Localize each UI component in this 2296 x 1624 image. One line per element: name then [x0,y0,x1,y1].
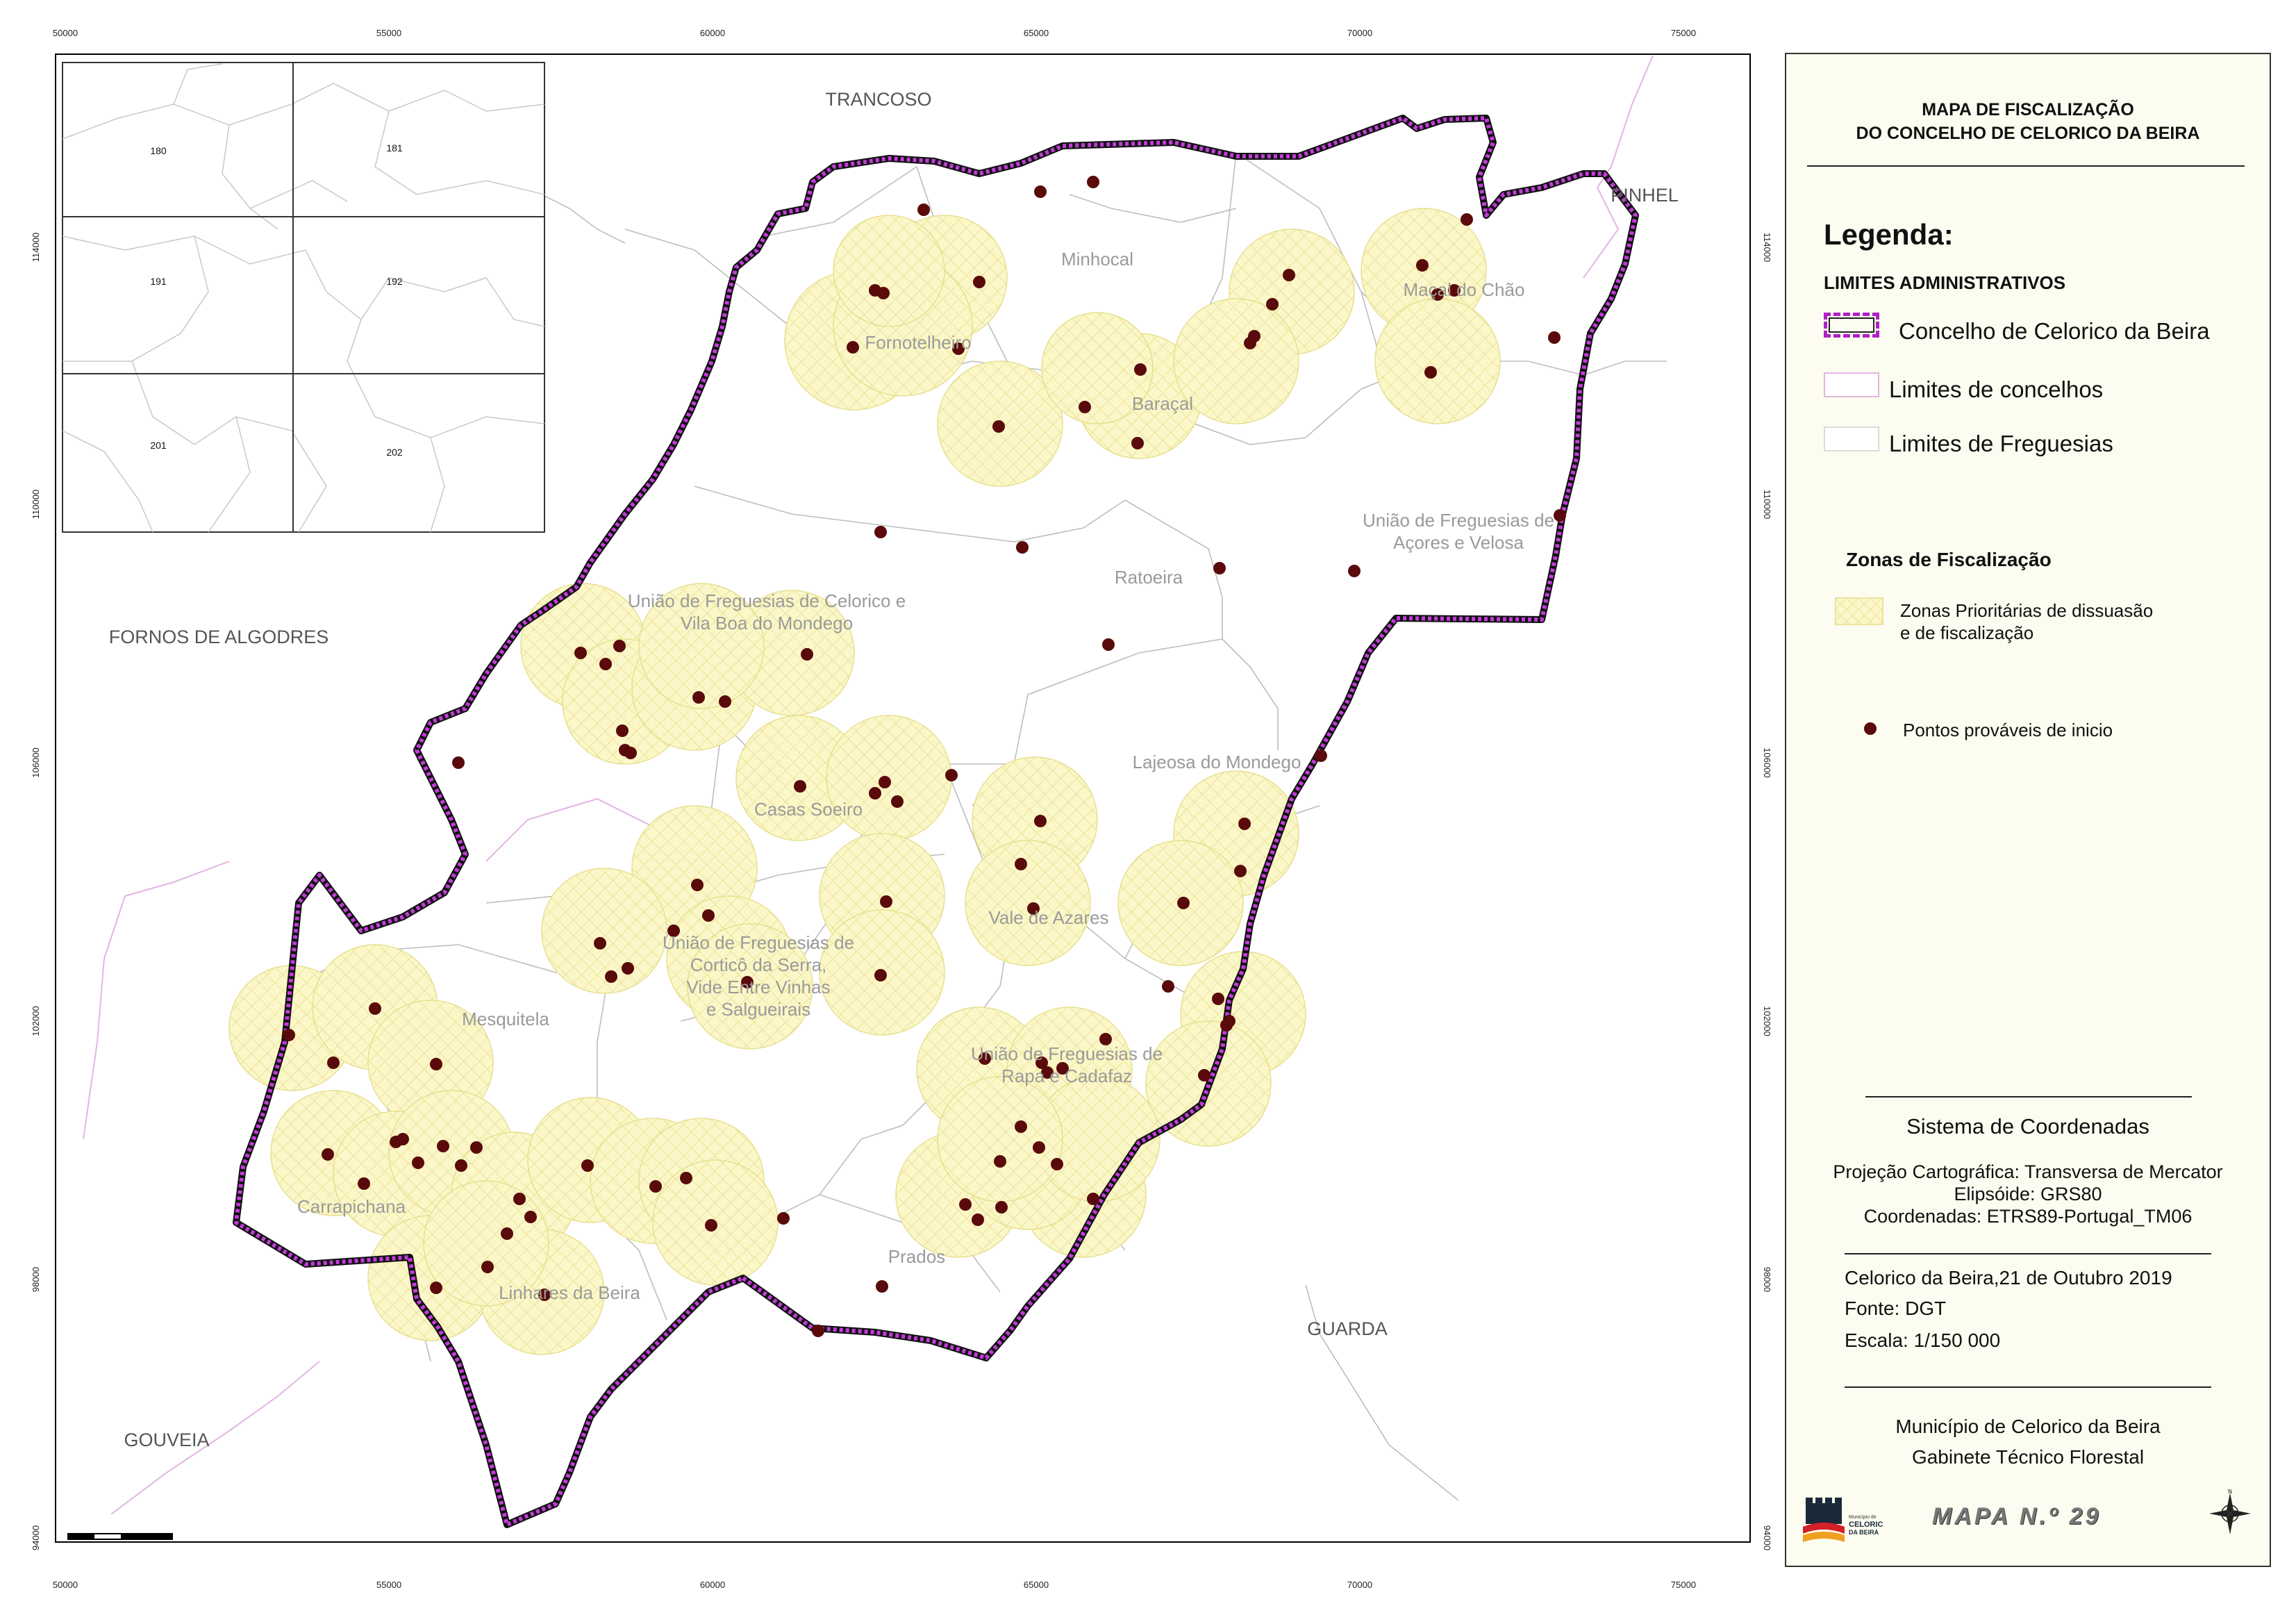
svg-text:CELORICO: CELORICO [1849,1521,1883,1529]
parish-label: União de Freguesias de [663,932,854,953]
y-tick: 98000 [1762,1267,1772,1292]
legend-panel: MAPA DE FISCALIZAÇÃO DO CONCELHO DE CELO… [1785,53,2271,1567]
x-tick: 70000 [1347,28,1372,38]
x-tick: 70000 [1347,1580,1372,1590]
scale-bar [67,1533,173,1540]
parish-label: Baraçal [1132,393,1193,414]
x-tick: 65000 [1024,1580,1049,1590]
divider [1865,1096,2192,1097]
parish-label: Açores e Velosa [1393,532,1524,553]
inset-sheet: 180 [150,145,167,156]
concelho-symbol [1824,313,1879,338]
organization-line1: Município de Celorico da Beira [1895,1416,2161,1437]
parish-label: Prados [888,1246,945,1267]
x-tick: 50000 [53,1580,78,1590]
neighbor-label-guarda: GUARDA [1307,1318,1388,1339]
concelho-label: Concelho de Celorico da Beira [1899,318,2210,344]
parish-label: Mesquitela [462,1009,549,1029]
y-tick: 98000 [31,1267,41,1292]
parish-label: União de Freguesias de [971,1043,1163,1064]
svg-text:DA BEIRA: DA BEIRA [1849,1529,1879,1536]
parish-label: Fornotelheiro [865,332,971,353]
coord-system-title: Sistema de Coordenadas [1906,1114,2149,1138]
map-number: MAPA N.º 29 [1932,1503,2102,1530]
y-tick: 110000 [31,490,41,519]
organization-line2: Gabinete Técnico Florestal [1911,1446,2145,1468]
parish-label: Vide Entre Vinhas [686,977,830,997]
admin-limits-heading: LIMITES ADMINISTRATIVOS [1824,272,2066,293]
x-tick: 65000 [1024,28,1049,38]
parish-label: Lajeosa do Mondego [1133,752,1301,772]
neighbor-label-fornos: FORNOS DE ALGODRES [109,627,329,647]
x-tick: 60000 [700,1580,725,1590]
source-text: Fonte: DGT [1845,1298,1947,1319]
zones-heading: Zonas de Fiscalização [1846,549,2052,570]
inset-sheet: 201 [150,440,167,451]
parish-label: União de Freguesias de [1363,510,1554,531]
parish-label: Vale de Azares [989,907,1109,928]
y-tick: 106000 [1762,747,1772,777]
parish-label: Minhocal [1061,249,1133,270]
divider [1807,165,2245,167]
y-tick: 114000 [31,233,41,262]
x-tick: 50000 [53,28,78,38]
parish-label: Carrapichana [297,1196,406,1217]
legend-heading: Legenda: [1824,218,1954,251]
date-text: Celorico da Beira,21 de Outubro 2019 [1845,1267,2172,1289]
inset-sheet: 181 [386,142,403,154]
y-tick: 102000 [1762,1006,1772,1036]
coordinates-text: Coordenadas: ETRS89-Portugal_TM06 [1863,1206,2193,1227]
svg-text:N: N [2228,1489,2232,1495]
map-title-line2: DO CONCELHO DE CELORICO DA BEIRA [1856,124,2200,143]
y-tick: 102000 [31,1006,41,1036]
divider [1845,1253,2211,1254]
neighbor-label-pinhel: PINHEL [1611,185,1679,206]
points-label: Pontos prováveis de inicio [1903,720,2113,740]
parish-label: Maçal do Chão [1404,279,1525,300]
freguesias-limits-label: Limites de Freguesias [1889,431,2113,456]
ellipsoid-text: Elipsóide: GRS80 [1954,1184,2102,1204]
concelhos-limits-label: Limites de concelhos [1889,376,2104,402]
freguesias-limits-symbol [1824,426,1879,451]
neighbor-label-gouveia: GOUVEIA [124,1430,209,1450]
point-symbol [1864,722,1877,735]
zones-symbol [1835,597,1883,625]
inset-sheet: 202 [386,447,403,458]
parish-label: União de Freguesias de Celorico e [628,590,906,611]
inset-sheet: 192 [386,276,403,287]
y-tick: 106000 [31,747,41,777]
y-tick: 110000 [1762,490,1772,519]
parish-label: Vila Boa do Mondego [681,613,853,633]
north-arrow-icon: N [2209,1489,2251,1534]
map-title-line1: MAPA DE FISCALIZAÇÃO [1922,100,2134,119]
parish-label: Casas Soeiro [754,799,863,820]
zones-label-line2: e de fiscalização [1900,622,2034,643]
concelhos-limits-symbol [1824,372,1879,397]
y-tick: 94000 [1762,1525,1772,1550]
x-tick: 60000 [700,28,725,38]
parish-label: Corticô da Serra, [690,954,827,975]
y-tick: 94000 [31,1525,41,1550]
municipality-logo: Município de CELORICO DA BEIRA [1800,1488,1890,1552]
parish-label: Rapa e Cadafaz [1001,1066,1132,1086]
x-tick: 55000 [376,28,401,38]
scale-text: Escala: 1/150 000 [1845,1329,2001,1351]
y-tick: 114000 [1762,233,1772,262]
inset-sheet: 191 [150,276,167,287]
x-tick: 75000 [1671,28,1696,38]
divider [1845,1386,2211,1388]
zones-label-line1: Zonas Prioritárias de dissuasão [1900,600,2154,621]
svg-text:Município de: Município de [1849,1515,1877,1520]
inset-map: 180 181 191 192 201 202 [62,62,545,533]
x-tick: 75000 [1671,1580,1696,1590]
x-tick: 55000 [376,1580,401,1590]
parish-label: e Salgueirais [706,999,810,1020]
neighbor-label-trancoso: TRANCOSO [825,89,931,110]
projection-text: Projeção Cartográfica: Transversa de Mer… [1833,1161,2223,1182]
parish-label: Linhares da Beira [499,1282,640,1303]
parish-label: Ratoeira [1115,567,1183,588]
